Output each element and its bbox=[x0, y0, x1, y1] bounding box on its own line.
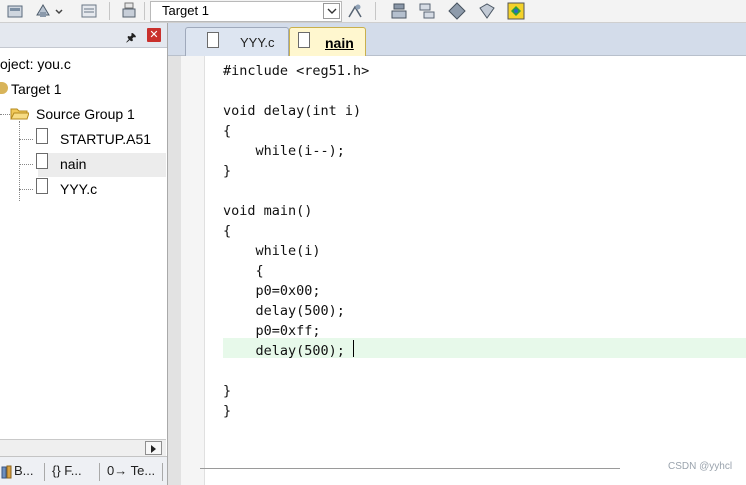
project-panel: 🖈︎ ✕ oject: you.c Target 1 Source Group … bbox=[0, 23, 168, 485]
tab-label: YYY.c bbox=[240, 35, 275, 50]
project-bottom-tabs: B... {} F... 0→ Te... bbox=[0, 456, 167, 485]
select-software-packs-icon[interactable] bbox=[478, 2, 496, 20]
tree-item-file-selected[interactable]: nain bbox=[60, 156, 86, 172]
tree-item-file[interactable]: YYY.c bbox=[60, 181, 97, 197]
code-line[interactable]: void main() bbox=[223, 201, 369, 221]
batch-build-icon[interactable] bbox=[80, 2, 98, 20]
chevron-down-icon[interactable] bbox=[54, 2, 64, 20]
tab-functions[interactable]: {} F... bbox=[52, 463, 82, 478]
manage-components-icon[interactable] bbox=[390, 2, 408, 20]
pack-installer-icon[interactable] bbox=[448, 2, 466, 20]
tree-item-target[interactable]: Target 1 bbox=[11, 81, 62, 97]
file-icon bbox=[36, 153, 48, 169]
code-line[interactable]: while(i) bbox=[223, 241, 369, 261]
rebuild-icon[interactable] bbox=[34, 2, 52, 20]
file-icon bbox=[36, 178, 48, 194]
tab-label-active: nain bbox=[325, 35, 354, 51]
tab-templates[interactable]: 0→ Te... bbox=[107, 463, 155, 478]
editor-margin bbox=[168, 56, 181, 485]
file-icon bbox=[207, 32, 219, 48]
tab-yyy-c[interactable]: YYY.c bbox=[185, 27, 289, 56]
target-select-value: Target 1 bbox=[162, 3, 209, 18]
code-line[interactable]: #include <reg51.h> bbox=[223, 61, 369, 81]
code-line[interactable]: } bbox=[223, 401, 369, 421]
options-icon[interactable] bbox=[346, 2, 364, 20]
project-root-label[interactable]: oject: you.c bbox=[0, 56, 71, 72]
tree-item-source-group[interactable]: Source Group 1 bbox=[36, 106, 135, 122]
code-line[interactable]: delay(500); bbox=[223, 341, 369, 361]
code-line[interactable] bbox=[223, 361, 369, 381]
code-editor[interactable]: #include <reg51.h> void delay(int i){ whi… bbox=[223, 61, 369, 421]
project-panel-header: 🖈︎ ✕ bbox=[0, 23, 167, 48]
tree-selection-highlight bbox=[38, 153, 166, 177]
code-line[interactable]: } bbox=[223, 381, 369, 401]
close-icon[interactable]: ✕ bbox=[147, 28, 161, 42]
scroll-right-button[interactable] bbox=[145, 441, 162, 455]
target-icon bbox=[0, 82, 8, 94]
code-line[interactable]: { bbox=[223, 221, 369, 241]
code-line[interactable]: { bbox=[223, 261, 369, 281]
folder-icon bbox=[10, 108, 29, 120]
editor-horizontal-scrollbar[interactable] bbox=[200, 468, 620, 469]
code-line[interactable]: p0=0xff; bbox=[223, 321, 369, 341]
tab-books[interactable]: B... bbox=[14, 463, 34, 478]
file-icon bbox=[298, 32, 310, 48]
code-line[interactable]: } bbox=[223, 161, 369, 181]
line-gutter bbox=[181, 56, 205, 485]
tree-item-file[interactable]: STARTUP.A51 bbox=[60, 131, 151, 147]
code-line[interactable] bbox=[223, 181, 369, 201]
toolbar: Target 1 bbox=[0, 0, 746, 23]
code-line[interactable]: { bbox=[223, 121, 369, 141]
project-horizontal-scrollbar[interactable] bbox=[0, 439, 166, 456]
editor-area: YYY.c nain #include <reg51.h> void delay(… bbox=[168, 23, 746, 485]
pin-icon[interactable]: 🖈︎ bbox=[126, 29, 136, 48]
tab-nain[interactable]: nain bbox=[289, 27, 366, 56]
code-line[interactable]: void delay(int i) bbox=[223, 101, 369, 121]
watermark: CSDN @yyhcl bbox=[668, 461, 733, 472]
code-line[interactable]: while(i--); bbox=[223, 141, 369, 161]
target-dropdown-button[interactable] bbox=[323, 3, 340, 19]
books-icon bbox=[1, 465, 12, 479]
debug-adapter-icon[interactable] bbox=[507, 2, 525, 20]
editor-tab-strip: YYY.c nain bbox=[168, 23, 746, 56]
code-line[interactable]: delay(500); bbox=[223, 301, 369, 321]
file-extensions-icon[interactable] bbox=[418, 2, 436, 20]
code-line[interactable] bbox=[223, 81, 369, 101]
text-caret bbox=[353, 340, 354, 357]
build-icon[interactable] bbox=[6, 2, 24, 20]
file-icon bbox=[36, 128, 48, 144]
code-line[interactable]: p0=0x00; bbox=[223, 281, 369, 301]
download-icon[interactable] bbox=[120, 2, 138, 20]
